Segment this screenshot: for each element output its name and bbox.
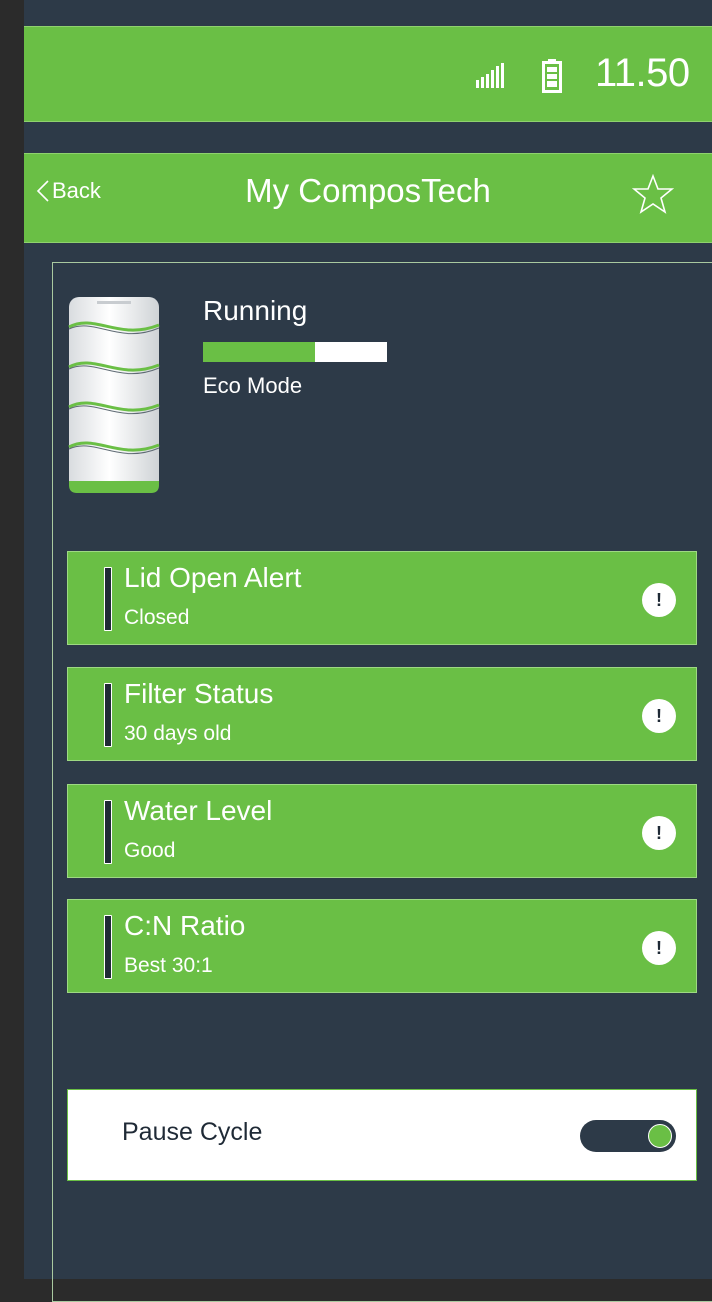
progress-fill bbox=[203, 342, 316, 362]
tile-indicator-bar bbox=[104, 683, 112, 747]
tile-title: Lid Open Alert bbox=[124, 562, 302, 593]
alert-icon[interactable]: ! bbox=[642, 583, 676, 617]
cycle-progress-bar bbox=[203, 342, 387, 362]
status-bar: 11.50 bbox=[24, 26, 712, 122]
app-bar: Back My ComposTech bbox=[24, 153, 712, 243]
page-title: My ComposTech bbox=[245, 172, 491, 209]
star-icon[interactable] bbox=[632, 174, 674, 214]
tile-subtitle: Closed bbox=[124, 606, 190, 629]
battery-icon bbox=[542, 59, 562, 93]
toggle-knob bbox=[648, 1124, 672, 1148]
tile-indicator-bar bbox=[104, 567, 112, 631]
mode-label: Eco Mode bbox=[203, 373, 303, 398]
tile-subtitle: Best 30:1 bbox=[124, 954, 213, 977]
signal-icon bbox=[476, 63, 504, 88]
pause-cycle-label: Pause Cycle bbox=[122, 1118, 263, 1146]
tile-lid-open-alert[interactable]: Lid Open Alert Closed ! bbox=[67, 551, 697, 645]
tile-water-level[interactable]: Water Level Good ! bbox=[67, 784, 697, 878]
tile-cn-ratio[interactable]: C:N Ratio Best 30:1 ! bbox=[67, 899, 697, 993]
pause-cycle-row: Pause Cycle bbox=[67, 1089, 697, 1181]
clock-time: 11.50 bbox=[595, 51, 690, 95]
tile-indicator-bar bbox=[104, 800, 112, 864]
phone-screen: 11.50 Back My ComposTech Running Eco Mod… bbox=[24, 0, 712, 1302]
tile-title: Water Level bbox=[124, 795, 273, 826]
tile-filter-status[interactable]: Filter Status 30 days old ! bbox=[67, 667, 697, 761]
pause-cycle-toggle[interactable] bbox=[580, 1120, 676, 1152]
device-panel: Running Eco Mode Lid Open Alert Closed !… bbox=[52, 262, 712, 1302]
composter-device-image bbox=[68, 297, 160, 493]
alert-icon[interactable]: ! bbox=[642, 931, 676, 965]
tile-title: C:N Ratio bbox=[124, 910, 246, 941]
tile-indicator-bar bbox=[104, 915, 112, 979]
tile-title: Filter Status bbox=[124, 678, 274, 709]
device-state-label: Running bbox=[203, 295, 308, 326]
tile-subtitle: Good bbox=[124, 839, 176, 862]
tile-subtitle: 30 days old bbox=[124, 722, 232, 745]
alert-icon[interactable]: ! bbox=[642, 816, 676, 850]
alert-icon[interactable]: ! bbox=[642, 699, 676, 733]
